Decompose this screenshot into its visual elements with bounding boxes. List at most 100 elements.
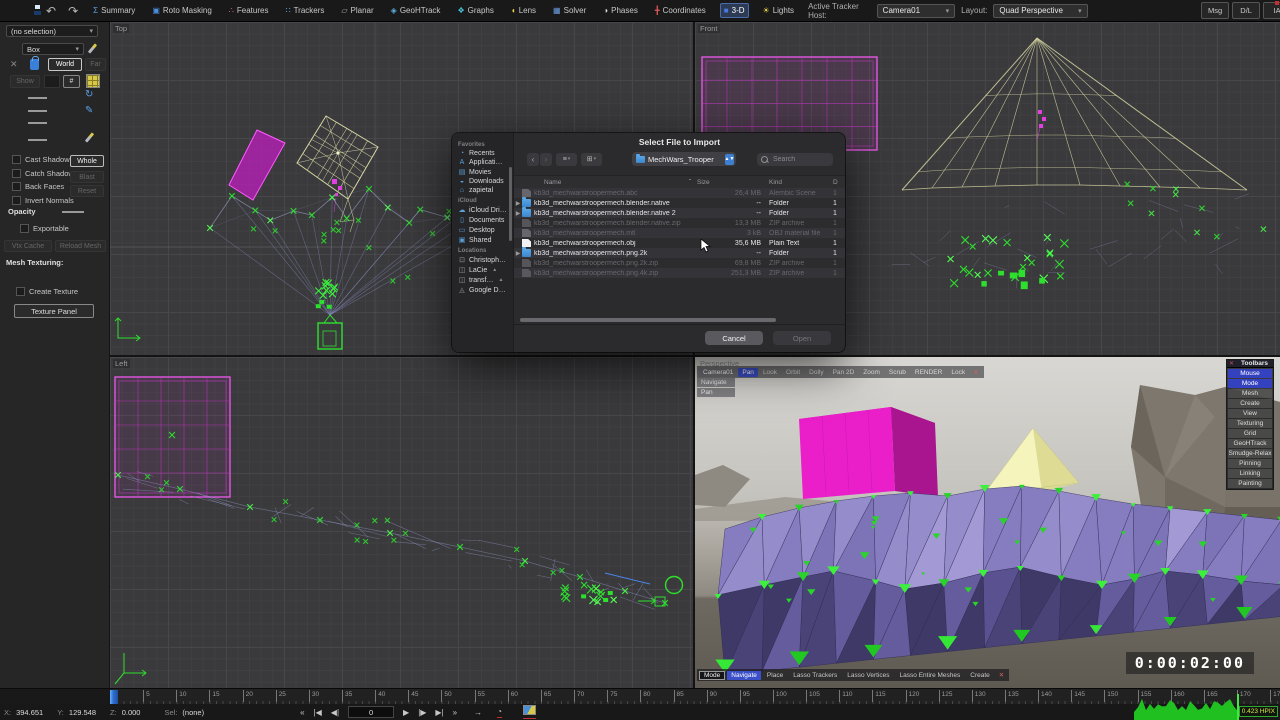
file-row[interactable]: ▶ kb3d_mechwarstroopermech.mtl 3 kB OBJ … <box>514 228 845 238</box>
sidebar-item[interactable]: ▤ Movies <box>452 167 513 177</box>
slider-4[interactable] <box>28 139 47 141</box>
slider-3[interactable] <box>28 122 47 124</box>
toolbars-panel-item[interactable]: Create <box>1228 399 1272 408</box>
menu-item[interactable]: ◑ Phases <box>600 4 641 17</box>
toolbars-panel-item[interactable]: GeoHTrack <box>1228 439 1272 448</box>
mode-bar-item[interactable]: Lasso Vertices <box>843 671 893 680</box>
file-row[interactable]: ▶ kb3d_mechwarstroopermech.blender.nativ… <box>514 208 845 218</box>
checkbox-row[interactable]: Cast Shadows <box>12 153 78 167</box>
toolbars-panel-item[interactable]: Texturing <box>1228 419 1272 428</box>
show-button[interactable]: Show <box>10 75 40 88</box>
toolbars-panel-item[interactable]: Mouse <box>1228 369 1272 378</box>
sidebar-item[interactable]: ◒ Downloads <box>452 177 513 186</box>
file-row[interactable]: ▶ kb3d_mechwarstroopermech.obj 35,6 MB P… <box>514 238 845 248</box>
search-input[interactable] <box>771 155 829 164</box>
blast-button[interactable]: Blast <box>70 171 104 183</box>
mode-bar-item[interactable]: Place <box>763 671 787 680</box>
sidebar-item[interactable]: ⊡ Christoph… <box>452 255 513 265</box>
far-button[interactable]: Far <box>85 58 106 71</box>
menu-bar-button[interactable]: Msg <box>1201 2 1229 19</box>
camera-tool-button[interactable]: Dolly <box>805 368 827 377</box>
menu-item[interactable]: ☀ Lights <box>760 4 798 17</box>
mesh-type-dropdown[interactable]: Box ▾ <box>22 43 84 55</box>
to-start-button[interactable]: |◀ <box>314 708 322 717</box>
menu-item[interactable]: ╋ Coordinates <box>652 4 709 17</box>
menu-bar-button[interactable]: D/L <box>1232 2 1260 19</box>
open-button[interactable]: Open <box>773 331 831 345</box>
toolbars-panel-item[interactable]: Mesh <box>1228 389 1272 398</box>
mode-bar-item[interactable]: Create <box>966 671 994 680</box>
mode-bar-item[interactable]: Lasso Entire Meshes <box>896 671 965 680</box>
texture-grid-icon[interactable] <box>86 74 100 88</box>
toolbars-panel-item[interactable]: Linking <box>1228 469 1272 478</box>
checkbox-row[interactable]: Back Faces <box>12 180 78 194</box>
nav-stack-item[interactable]: Pan <box>697 388 735 397</box>
perspective-viewport-canvas[interactable] <box>695 357 1280 688</box>
sidebar-item[interactable]: ⌂ zapietal <box>452 186 513 195</box>
fast-forward-button[interactable]: » <box>453 708 457 717</box>
sidebar-item[interactable]: ◫ LaCie ▲ <box>452 265 513 275</box>
reload-mesh-button[interactable]: Reload Mesh <box>55 240 106 252</box>
toolbars-panel-item[interactable]: Pinning <box>1228 459 1272 468</box>
camera-tool-button[interactable]: Pan 2D <box>829 368 859 377</box>
sidebar-item[interactable]: ▣ Shared <box>452 235 513 245</box>
menu-item[interactable]: ∴ Features <box>226 4 272 17</box>
vtx-cache-button[interactable]: Vtx Cache <box>4 240 52 252</box>
delete-icon[interactable]: ✕ <box>10 59 18 70</box>
to-end-button[interactable]: ▶| <box>435 708 443 717</box>
menu-item[interactable]: ▦ Solver <box>550 4 589 17</box>
sidebar-item[interactable]: ▯ Documents <box>452 215 513 225</box>
image-icon[interactable] <box>523 705 536 719</box>
file-row[interactable]: ▶ kb3d_mechwarstroopermech.blender.nativ… <box>514 198 845 208</box>
timeline-ruler[interactable]: 5 10 15 20 25 30 35 40 45 50 55 60 <box>110 689 1280 705</box>
camera-tool-button[interactable]: Lock <box>947 368 969 377</box>
file-row[interactable]: ▶ kb3d_mechwarstroopermech.blender.nativ… <box>514 218 845 228</box>
eject-icon[interactable]: ▲ <box>492 267 497 273</box>
list-view-button[interactable]: ≡ ▾ <box>556 153 577 166</box>
column-kind[interactable]: Kind <box>769 179 833 186</box>
step-forward-button[interactable]: |▶ <box>418 708 426 717</box>
checkbox-row[interactable]: Catch Shadows <box>12 167 78 181</box>
refresh-icon[interactable]: ↻ <box>85 90 93 100</box>
sidebar-item[interactable]: ◬ Google D… <box>452 285 513 295</box>
column-date[interactable]: D <box>833 179 845 186</box>
opacity-slider[interactable] <box>62 211 84 213</box>
eject-icon[interactable]: ▲ <box>499 277 504 283</box>
menu-item[interactable]: ◈ GeoHTrack <box>388 4 444 17</box>
toolbars-panel-item[interactable]: Mode <box>1228 379 1272 388</box>
horizontal-scrollbar[interactable] <box>520 318 776 322</box>
lock-icon[interactable] <box>30 59 39 70</box>
camera-tool-button[interactable]: RENDER <box>911 368 946 377</box>
toolbars-panel-item[interactable]: Grid <box>1228 429 1272 438</box>
checkbox[interactable] <box>16 287 25 296</box>
reset-button[interactable]: Reset <box>70 185 104 197</box>
forward-button[interactable]: › <box>540 153 552 166</box>
step-back-button[interactable]: ◀| <box>331 708 339 717</box>
goto-arrow-button[interactable]: → <box>474 708 482 717</box>
menu-item[interactable]: Σ Summary <box>90 4 138 17</box>
menu-item[interactable]: ■ 3-D <box>720 3 749 18</box>
selection-dropdown[interactable]: (no selection) ▾ <box>6 25 98 37</box>
wrench-icon[interactable] <box>85 132 94 142</box>
menu-item[interactable]: ❖ Graphs <box>454 4 496 17</box>
mode-bar-item[interactable]: Navigate <box>727 671 761 680</box>
close-icon[interactable]: ✕ <box>970 367 981 377</box>
menu-item[interactable]: ◖ Lens <box>508 4 539 17</box>
camera-tool-button[interactable]: Orbit <box>782 368 804 377</box>
cancel-button[interactable]: Cancel <box>705 331 763 345</box>
file-row[interactable]: ▶ kb3d_mechwarstroopermech.png.2k -- Fol… <box>514 248 845 258</box>
close-icon[interactable]: ✕ <box>996 670 1007 680</box>
camera-tool-button[interactable]: Pan <box>738 368 758 377</box>
toolbars-panel-item[interactable]: Smudge-Relax <box>1228 449 1272 458</box>
rewind-button[interactable]: « <box>300 708 304 717</box>
folder-dropdown[interactable]: MechWars_Trooper ▲▼ <box>632 152 736 166</box>
menu-item[interactable]: ▣ Roto Masking <box>149 4 214 17</box>
undo-icon[interactable]: ↶ <box>46 6 56 16</box>
checkbox[interactable] <box>12 182 21 191</box>
mode-bar-item[interactable]: Lasso Trackers <box>789 671 841 680</box>
close-icon[interactable]: ✕ <box>1227 360 1236 367</box>
file-row[interactable]: ▶ kb3d_mechwarstroopermech.png.4k.zip 25… <box>514 268 845 278</box>
exportable-row[interactable]: Exportable <box>20 224 69 233</box>
camera-tool-button[interactable]: Scrub <box>885 368 910 377</box>
sidebar-item[interactable]: ◫ transf… ▲ <box>452 275 513 285</box>
